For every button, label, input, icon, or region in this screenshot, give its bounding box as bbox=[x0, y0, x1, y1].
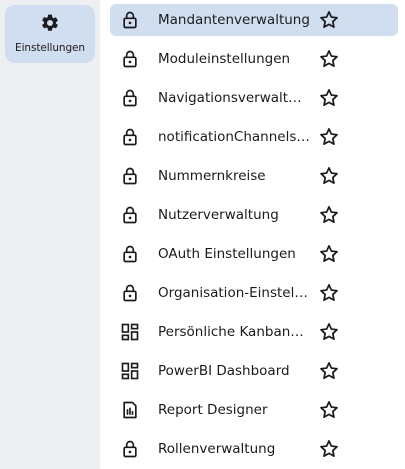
favorite-star-icon[interactable] bbox=[318, 9, 340, 31]
list-item[interactable]: Organisation-Einstellungen bbox=[110, 277, 398, 309]
report-icon bbox=[120, 400, 140, 420]
gear-icon bbox=[42, 14, 58, 31]
lock-icon bbox=[120, 439, 140, 459]
lock-icon bbox=[120, 166, 140, 186]
favorite-star-icon[interactable] bbox=[318, 48, 340, 70]
list-item-label: Persönliche Kanbanpanels bbox=[158, 324, 310, 340]
favorite-star-icon[interactable] bbox=[318, 165, 340, 187]
favorite-star-icon[interactable] bbox=[318, 438, 340, 460]
favorite-star-icon[interactable] bbox=[318, 321, 340, 343]
lock-icon bbox=[120, 88, 140, 108]
list-item-label: Rollenverwaltung bbox=[158, 441, 276, 457]
lock-icon bbox=[120, 49, 140, 69]
list-item-label: Mandantenverwaltung bbox=[158, 12, 310, 28]
favorite-star-icon[interactable] bbox=[318, 87, 340, 109]
list-item[interactable]: PowerBI Dashboard bbox=[110, 355, 398, 387]
lock-icon bbox=[120, 205, 140, 225]
list-item[interactable]: Rollenverwaltung bbox=[110, 433, 398, 465]
list-item-label: Organisation-Einstellungen bbox=[158, 285, 310, 301]
list-item-label: OAuth Einstellungen bbox=[158, 246, 296, 262]
navigation-rail: Einstellungen bbox=[0, 0, 100, 469]
favorite-star-icon[interactable] bbox=[318, 126, 340, 148]
nav-item-settings-label: Einstellungen bbox=[15, 42, 85, 54]
settings-list: Mandantenverwaltung Moduleinstellungen Nav… bbox=[100, 0, 405, 469]
list-item-label: Nutzerverwaltung bbox=[158, 207, 279, 223]
list-item-label: notificationChannelsettings bbox=[158, 129, 310, 145]
lock-icon bbox=[120, 127, 140, 147]
list-item-label: Nummernkreise bbox=[158, 168, 266, 184]
favorite-star-icon[interactable] bbox=[318, 360, 340, 382]
favorite-star-icon[interactable] bbox=[318, 282, 340, 304]
list-item[interactable]: Navigationsverwaltung bbox=[110, 82, 398, 114]
lock-icon bbox=[120, 10, 140, 30]
lock-icon bbox=[120, 283, 140, 303]
list-item[interactable]: Nutzerverwaltung bbox=[110, 199, 398, 231]
dashboard-icon bbox=[120, 322, 140, 342]
list-item[interactable]: Nummernkreise bbox=[110, 160, 398, 192]
favorite-star-icon[interactable] bbox=[318, 204, 340, 226]
list-item[interactable]: OAuth Einstellungen bbox=[110, 238, 398, 270]
list-item[interactable]: Moduleinstellungen bbox=[110, 43, 398, 75]
list-item-label: Report Designer bbox=[158, 402, 268, 418]
list-item[interactable]: Mandantenverwaltung bbox=[110, 4, 398, 36]
favorite-star-icon[interactable] bbox=[318, 243, 340, 265]
list-item-label: Moduleinstellungen bbox=[158, 51, 291, 67]
lock-icon bbox=[120, 244, 140, 264]
list-item[interactable]: Report Designer bbox=[110, 394, 398, 426]
favorite-star-icon[interactable] bbox=[318, 399, 340, 421]
nav-item-settings[interactable]: Einstellungen bbox=[5, 5, 95, 63]
list-item[interactable]: Persönliche Kanbanpanels bbox=[110, 316, 398, 348]
list-item-label: Navigationsverwaltung bbox=[158, 90, 310, 106]
list-item[interactable]: notificationChannelsettings bbox=[110, 121, 398, 153]
list-item-label: PowerBI Dashboard bbox=[158, 363, 290, 379]
dashboard-icon bbox=[120, 361, 140, 381]
